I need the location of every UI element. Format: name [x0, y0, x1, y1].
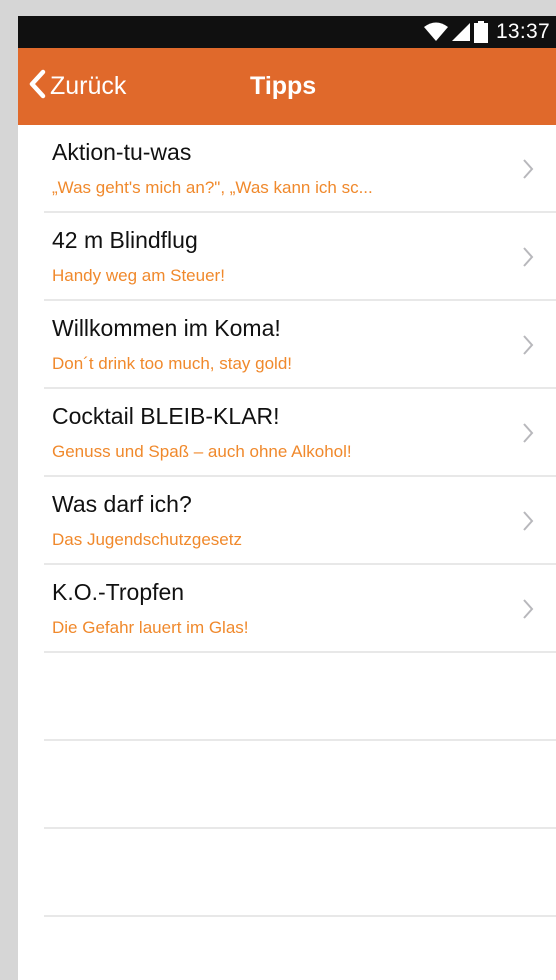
list-item-title: K.O.-Tropfen: [52, 579, 185, 605]
list-item-title: 42 m Blindflug: [52, 227, 198, 253]
list-item[interactable]: Aktion-tu-was „Was geht's mich an?", „Wa…: [44, 125, 556, 213]
chevron-right-icon: [522, 598, 534, 625]
chevron-right-icon: [522, 246, 534, 273]
list-item-title: Willkommen im Koma!: [52, 315, 281, 341]
tips-list: Aktion-tu-was „Was geht's mich an?", „Wa…: [18, 125, 556, 917]
list-item-title: Was darf ich?: [52, 491, 192, 517]
list-item[interactable]: Was darf ich? Das Jugendschutzgesetz: [44, 477, 556, 565]
empty-row: [44, 829, 556, 917]
list-item[interactable]: Cocktail BLEIB-KLAR! Genuss und Spaß – a…: [44, 389, 556, 477]
list-item-subtitle: Die Gefahr lauert im Glas!: [52, 618, 249, 637]
empty-row: [44, 741, 556, 829]
chevron-right-icon: [522, 158, 534, 185]
signal-icon: [451, 22, 470, 42]
list-item-subtitle: „Was geht's mich an?", „Was kann ich sc.…: [52, 178, 373, 197]
nav-bar: Zurück Tipps: [18, 48, 556, 125]
empty-row: [44, 653, 556, 741]
list-item-title: Cocktail BLEIB-KLAR!: [52, 403, 280, 429]
list-item-subtitle: Handy weg am Steuer!: [52, 266, 225, 285]
back-button[interactable]: Zurück: [28, 48, 126, 125]
status-bar: 13:37: [18, 16, 556, 48]
chevron-right-icon: [522, 510, 534, 537]
list-item[interactable]: 42 m Blindflug Handy weg am Steuer!: [44, 213, 556, 301]
list-item[interactable]: K.O.-Tropfen Die Gefahr lauert im Glas!: [44, 565, 556, 653]
list-item-subtitle: Don´t drink too much, stay gold!: [52, 354, 293, 373]
list-item-subtitle: Genuss und Spaß – auch ohne Alkohol!: [52, 442, 352, 461]
battery-icon: [473, 21, 488, 43]
page-title: Tipps: [250, 72, 317, 100]
wifi-icon: [423, 22, 448, 42]
phone-screen: 13:37 Zurück Tipps Aktion-tu-was „Was ge…: [18, 16, 556, 980]
list-item-title: Aktion-tu-was: [52, 139, 192, 165]
back-label: Zurück: [50, 72, 127, 100]
chevron-right-icon: [522, 422, 534, 449]
list-item-subtitle: Das Jugendschutzgesetz: [52, 530, 242, 549]
list-item[interactable]: Willkommen im Koma! Don´t drink too much…: [44, 301, 556, 389]
chevron-right-icon: [522, 334, 534, 361]
status-time: 13:37: [495, 20, 550, 43]
chevron-left-icon: [28, 69, 46, 104]
